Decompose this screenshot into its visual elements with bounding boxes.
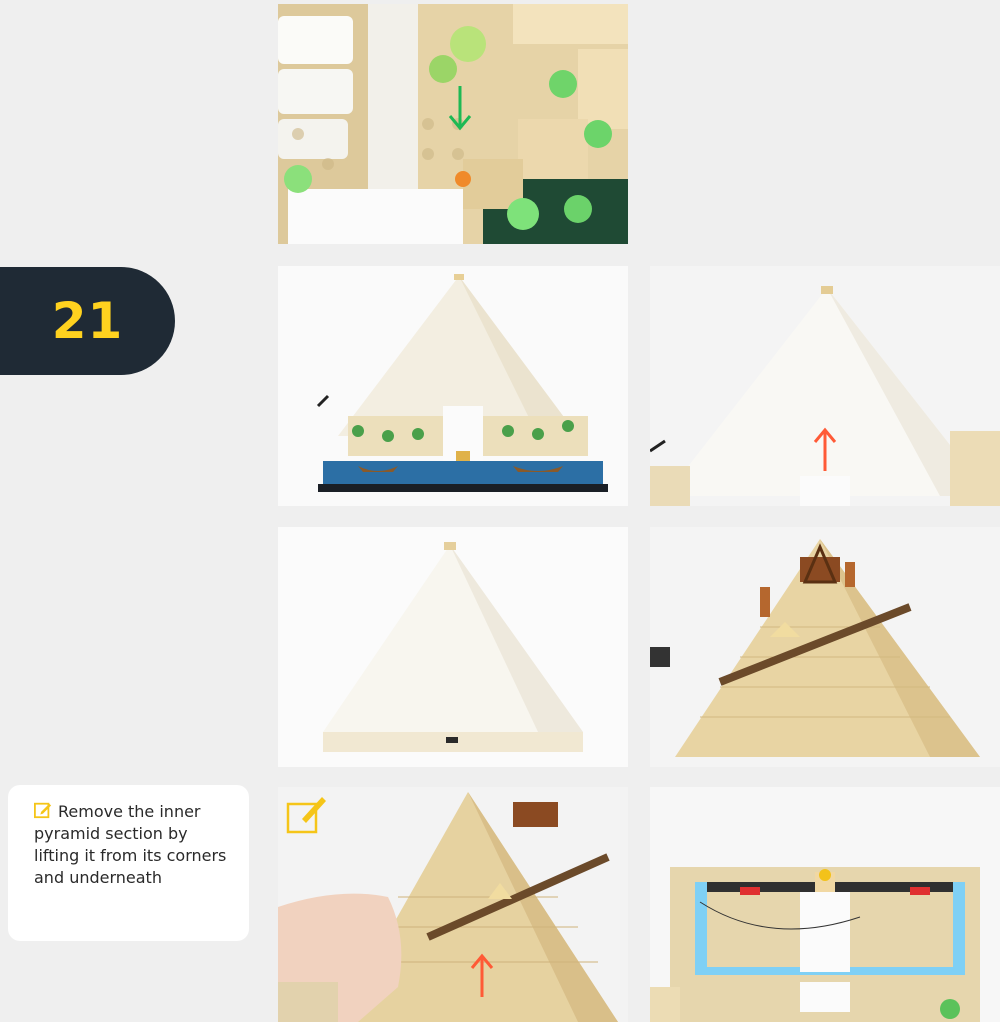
step-number: 21 xyxy=(51,292,124,350)
photo-full-model xyxy=(278,266,628,506)
photo-inner-pyramid xyxy=(650,527,1000,767)
edit-note-icon xyxy=(34,802,52,819)
note-card: Remove the inner pyramid section by lift… xyxy=(8,785,249,941)
photo-base-frame xyxy=(650,787,1000,1022)
photo-pyramid-isolated xyxy=(278,527,628,767)
note-text: Remove the inner pyramid section by lift… xyxy=(34,802,227,887)
photo-hand-lifting xyxy=(278,787,628,1022)
photo-pyramid-lift xyxy=(650,266,1000,506)
step-badge: 21 xyxy=(0,267,175,375)
photo-top-closeup xyxy=(278,4,628,244)
